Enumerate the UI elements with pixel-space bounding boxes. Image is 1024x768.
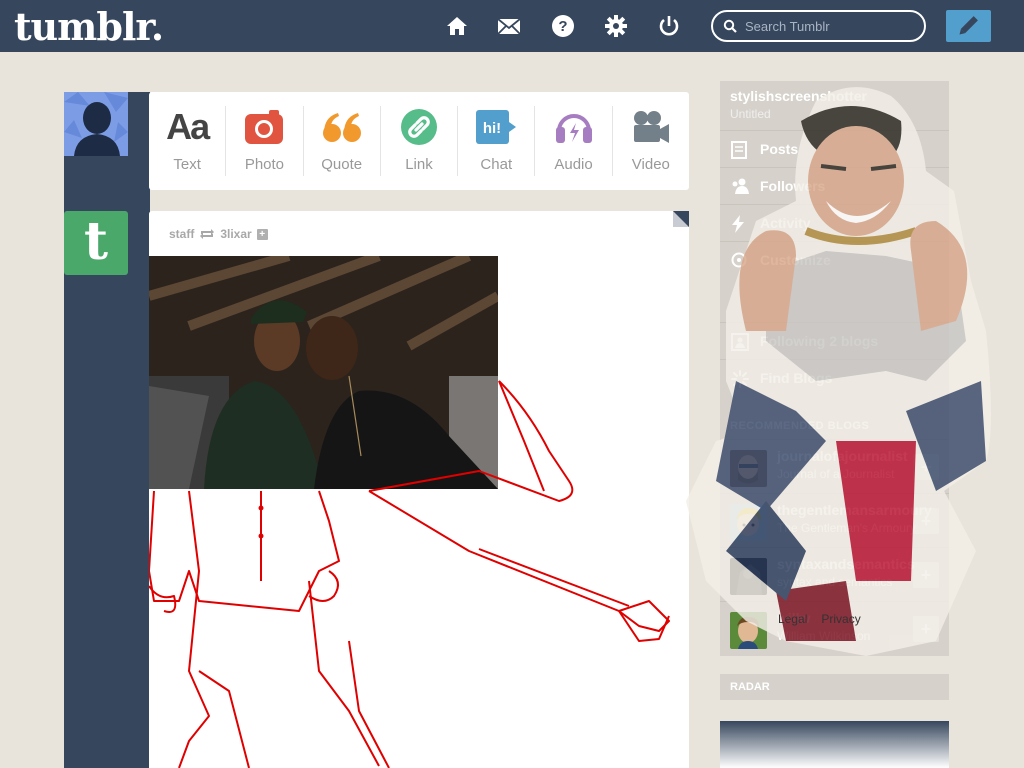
svg-text:hi!: hi! [483, 120, 501, 137]
search-icon [723, 19, 737, 33]
footer-link-legal[interactable]: Legal [778, 612, 807, 626]
blog-avatar [730, 558, 767, 595]
post-header: staff 3lixar + [169, 227, 268, 241]
settings-icon[interactable] [604, 14, 628, 38]
footer-links: Legal Privacy [778, 612, 861, 626]
radar-section: RADAR [720, 674, 949, 700]
dashboard-strip [64, 92, 150, 768]
footer-link-privacy[interactable]: Privacy [821, 612, 860, 626]
link-icon [400, 109, 437, 145]
user-silhouette-icon [64, 92, 128, 156]
follow-button[interactable]: + [913, 616, 939, 642]
post-type-link[interactable]: Link [381, 106, 459, 176]
text-icon: Aa [166, 106, 210, 147]
recommended-blog-item[interactable]: thegentlemansarmoury The Gentleman's Arm… [720, 493, 949, 547]
blog-subtitle: Untitled [730, 107, 771, 121]
red-line-drawing [149, 380, 670, 768]
tumblr-logo[interactable]: tumblr. [14, 4, 164, 49]
recommended-blog-item[interactable]: syntaxandsemantics syntax and semantics … [720, 547, 949, 601]
follow-button[interactable]: + [913, 454, 939, 480]
followers-icon [732, 178, 749, 194]
sidebar-row-posts[interactable]: Posts [720, 130, 949, 167]
search-input[interactable] [745, 17, 915, 35]
search-box[interactable] [711, 10, 926, 42]
reblog-icon [200, 229, 215, 239]
post-type-text[interactable]: Aa Text [149, 106, 227, 176]
post-type-photo[interactable]: Photo [226, 106, 304, 176]
dashboard-post: staff 3lixar + [149, 211, 689, 768]
staff-avatar[interactable]: t [64, 211, 128, 275]
follow-plus-icon[interactable]: + [256, 228, 268, 240]
pencil-icon [959, 16, 978, 35]
sidebar-row-customize[interactable]: Customize [720, 241, 949, 278]
post-type-selector: Aa Text Photo Quote Link hi! Chat Audio … [149, 92, 689, 190]
post-corner-fold [673, 211, 689, 227]
recommended-blog-item[interactable]: willw William Wilkinson + [720, 601, 949, 655]
following-icon [731, 333, 749, 351]
follow-button[interactable]: + [913, 562, 939, 588]
power-icon[interactable] [657, 14, 681, 38]
audio-icon [555, 114, 592, 143]
top-navigation-bar: tumblr. ? [0, 0, 1024, 52]
posts-icon [731, 141, 747, 159]
find-blogs-icon [731, 370, 749, 388]
recommended-blogs-heading: RECOMMENDED BLOGS [730, 420, 870, 432]
compose-button[interactable] [946, 10, 991, 42]
help-icon[interactable]: ? [551, 14, 575, 38]
blog-avatar [730, 504, 767, 541]
customize-icon [731, 252, 747, 268]
sidebar-row-find-blogs[interactable]: Find Blogs [720, 359, 949, 396]
radar-heading: RADAR [730, 681, 770, 693]
activity-icon [732, 215, 744, 233]
reblogged-from[interactable]: 3lixar [220, 227, 251, 241]
post-type-chat[interactable]: hi! Chat [458, 106, 536, 176]
my-avatar[interactable] [64, 92, 128, 156]
post-type-audio[interactable]: Audio [535, 106, 613, 176]
video-icon [633, 111, 669, 143]
right-sidebar: stylishscreenshotter Untitled Posts Foll… [720, 81, 949, 656]
blog-name[interactable]: stylishscreenshotter [730, 88, 867, 104]
sidebar-row-following[interactable]: Following 2 blogs [720, 322, 949, 359]
sidebar-row-activity[interactable]: Activity [720, 204, 949, 241]
photo-icon [245, 110, 284, 144]
radar-post-preview[interactable] [720, 721, 949, 768]
mail-icon[interactable] [497, 14, 521, 38]
post-type-quote[interactable]: Quote [304, 106, 381, 176]
quote-icon [322, 113, 361, 142]
blog-avatar [730, 612, 767, 649]
home-icon[interactable] [445, 14, 469, 38]
sidebar-row-followers[interactable]: Followers [720, 167, 949, 204]
post-author[interactable]: staff [169, 227, 194, 241]
blog-avatar [730, 450, 767, 487]
chat-icon: hi! [476, 110, 517, 144]
svg-text:?: ? [558, 18, 567, 35]
post-type-video[interactable]: Video [613, 106, 689, 176]
recommended-blog-item[interactable]: journalofajournalist Journal of a Journa… [720, 439, 949, 493]
follow-button[interactable]: + [913, 508, 939, 534]
